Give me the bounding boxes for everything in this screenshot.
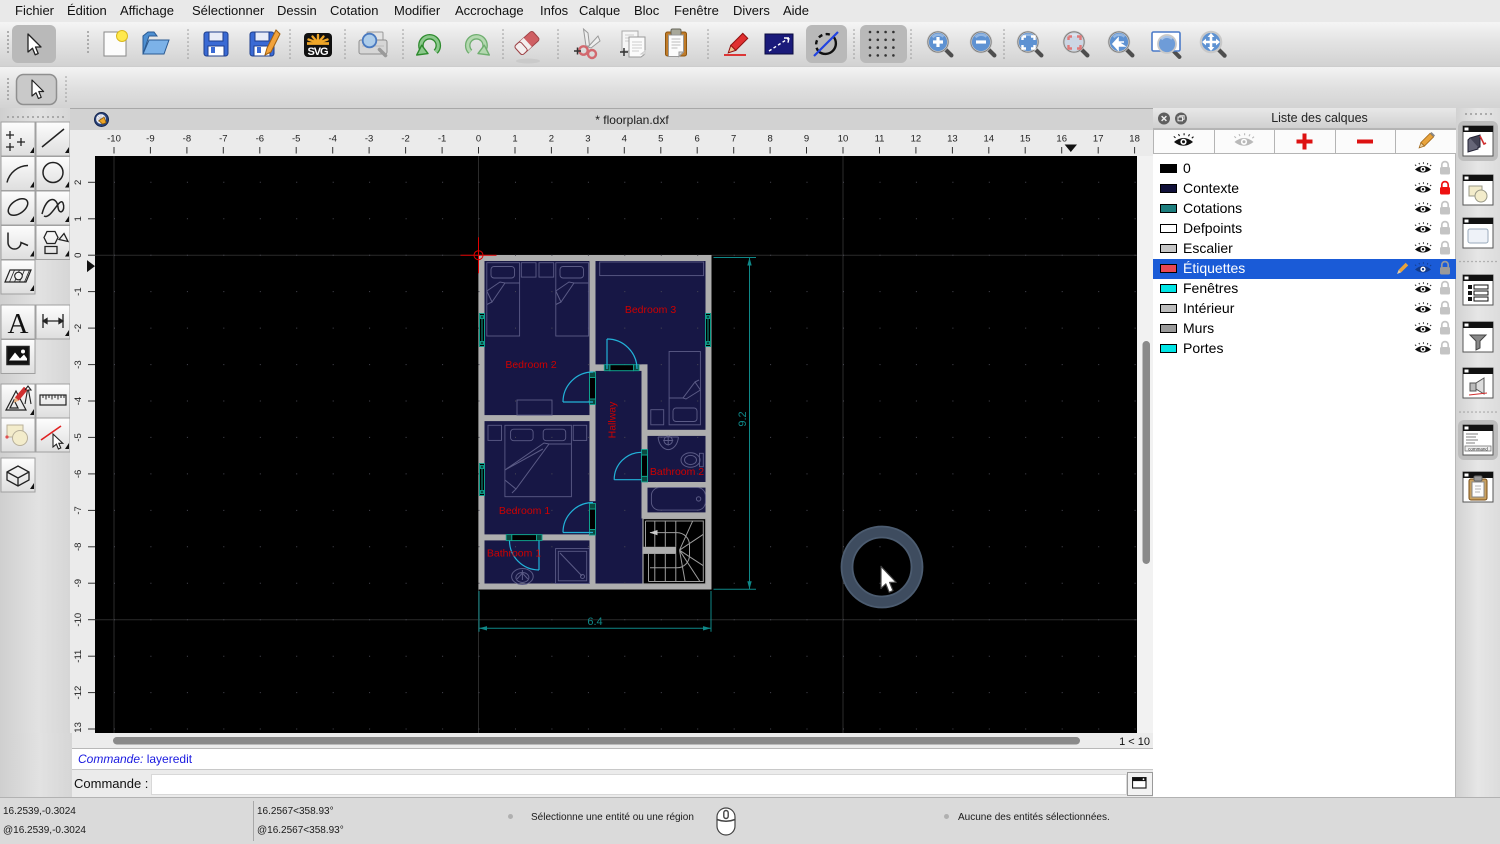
svg-text:-8: -8	[183, 134, 191, 145]
svg-text:15: 15	[1020, 134, 1031, 145]
svg-text:-2: -2	[401, 134, 409, 145]
svg-text:1 < 10: 1 < 10	[1119, 736, 1150, 748]
svg-text:-4: -4	[73, 397, 84, 405]
svg-text:-12: -12	[73, 686, 84, 700]
svg-text:13: 13	[947, 134, 958, 145]
svg-text:-9: -9	[146, 134, 154, 145]
svg-text:SVG: SVG	[308, 46, 329, 58]
svg-text:command: command	[1468, 447, 1488, 452]
svg-text:Bedroom 1: Bedroom 1	[499, 505, 551, 517]
svg-text:0: 0	[73, 253, 84, 258]
svg-text:8: 8	[767, 134, 772, 145]
svg-text:9: 9	[804, 134, 809, 145]
svg-text:17: 17	[1093, 134, 1104, 145]
svg-text:-9: -9	[73, 579, 84, 587]
svg-text:6.4: 6.4	[587, 616, 602, 628]
svg-text:-10: -10	[107, 134, 121, 145]
svg-text:Bedroom 3: Bedroom 3	[625, 304, 677, 316]
svg-text:5: 5	[658, 134, 663, 145]
svg-text:-13: -13	[73, 722, 84, 733]
svg-text:Bathroom 1: Bathroom 1	[487, 548, 541, 560]
svg-text:Bedroom 2: Bedroom 2	[505, 359, 557, 371]
svg-text:2: 2	[73, 180, 84, 185]
svg-text:16: 16	[1056, 134, 1067, 145]
svg-text:-7: -7	[73, 506, 84, 514]
svg-text:6: 6	[695, 134, 700, 145]
svg-text:-1: -1	[73, 287, 84, 295]
svg-text:0: 0	[476, 134, 481, 145]
svg-text:-5: -5	[73, 433, 84, 441]
svg-text:10: 10	[838, 134, 849, 145]
svg-text:12: 12	[911, 134, 922, 145]
svg-text:-3: -3	[73, 360, 84, 368]
svg-text:9.2: 9.2	[737, 411, 749, 426]
svg-text:-10: -10	[73, 613, 84, 627]
svg-text:7: 7	[731, 134, 736, 145]
svg-text:-5: -5	[292, 134, 300, 145]
svg-text:-2: -2	[73, 324, 84, 332]
svg-text:-11: -11	[73, 650, 84, 663]
svg-text:4: 4	[622, 134, 627, 145]
svg-text:Bathroom 2: Bathroom 2	[650, 466, 704, 478]
svg-text:-4: -4	[328, 134, 336, 145]
svg-text:-6: -6	[256, 134, 264, 145]
svg-text:A: A	[8, 308, 29, 340]
svg-text:-8: -8	[73, 543, 84, 551]
svg-text:Hallway: Hallway	[607, 401, 619, 439]
svg-text:1: 1	[512, 134, 517, 145]
svg-text:-3: -3	[365, 134, 373, 145]
svg-text:-7: -7	[219, 134, 227, 145]
svg-text:18: 18	[1129, 134, 1140, 145]
svg-text:1: 1	[73, 216, 84, 221]
svg-text:2: 2	[549, 134, 554, 145]
svg-text:-1: -1	[438, 134, 446, 145]
svg-text:11: 11	[875, 134, 885, 145]
svg-text:3: 3	[585, 134, 590, 145]
svg-text:-6: -6	[73, 470, 84, 478]
svg-text:14: 14	[984, 134, 995, 145]
